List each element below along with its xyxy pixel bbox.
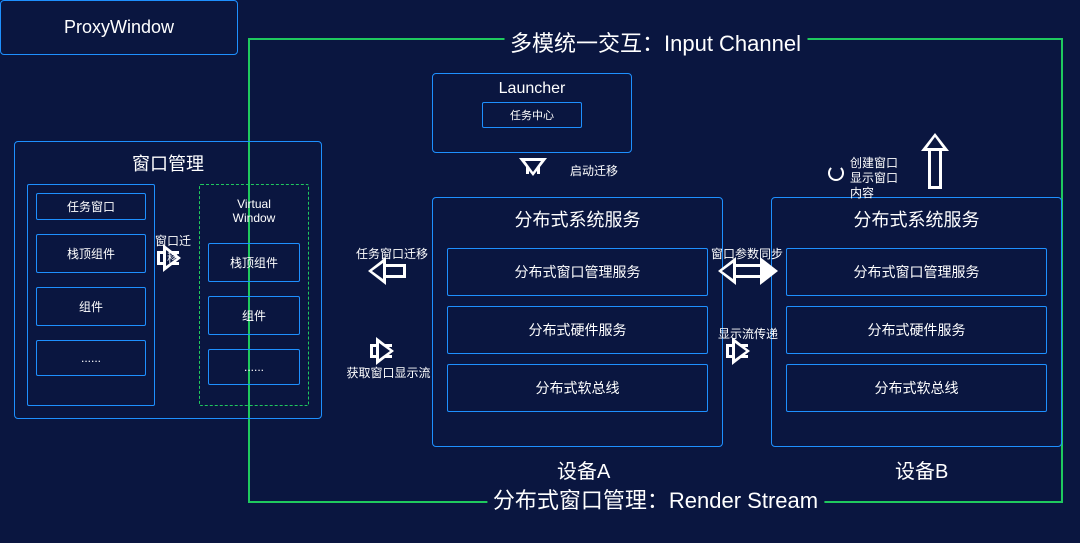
proxy-window-box: ProxyWindow xyxy=(0,0,238,55)
virtual-window-column: Virtual Window 栈顶组件 组件 ...... xyxy=(199,184,309,406)
get-render-stream-label: 获取窗口显示流 xyxy=(346,364,431,381)
frame-bottom-title: 分布式窗口管理：Render Stream xyxy=(487,483,824,515)
task-window-header: 任务窗口 xyxy=(36,193,146,220)
window-management-panel: 窗口管理 任务窗口 栈顶组件 组件 ...... Virtual Window … xyxy=(14,141,322,419)
virtual-window-header: Virtual Window xyxy=(208,193,300,229)
vw-top-component: 栈顶组件 xyxy=(208,243,300,282)
dss-a-title: 分布式系统服务 xyxy=(433,198,722,238)
proxy-note: 创建窗口 显示窗口 内容 xyxy=(850,156,898,201)
dots: ...... xyxy=(36,340,146,376)
wm-title: 窗口管理 xyxy=(15,142,321,182)
window-param-sync-arrow xyxy=(720,264,776,278)
device-b-label: 设备B xyxy=(895,455,948,484)
render-stream-pass-label: 显示流传递 xyxy=(718,325,778,342)
dss-b-row2: 分布式硬件服务 xyxy=(786,306,1047,354)
component: 组件 xyxy=(36,287,146,326)
task-center-box: 任务中心 xyxy=(482,102,582,128)
dss-a-row1: 分布式窗口管理服务 xyxy=(447,248,708,296)
launcher-panel: Launcher 任务中心 xyxy=(432,73,632,153)
frame-top-title: 多模统一交互：Input Channel xyxy=(504,26,807,58)
dss-b-title: 分布式系统服务 xyxy=(772,198,1061,238)
render-stream-pass-arrow xyxy=(726,344,748,358)
dss-b-row3: 分布式软总线 xyxy=(786,364,1047,412)
dss-a-row3: 分布式软总线 xyxy=(447,364,708,412)
task-window-migrate-label: 任务窗口迁移 xyxy=(356,245,428,262)
window-migrate-label: 窗口迁移 xyxy=(153,232,193,266)
dss-a-panel: 分布式系统服务 分布式窗口管理服务 分布式硬件服务 分布式软总线 xyxy=(432,197,723,447)
dss-b-panel: 分布式系统服务 分布式窗口管理服务 分布式硬件服务 分布式软总线 xyxy=(771,197,1062,447)
dss-b-row1: 分布式窗口管理服务 xyxy=(786,248,1047,296)
proxy-up-arrow xyxy=(928,135,942,189)
window-param-sync-label: 窗口参数同步 xyxy=(711,245,783,262)
vw-component: 组件 xyxy=(208,296,300,335)
dss-a-row2: 分布式硬件服务 xyxy=(447,306,708,354)
spiral-icon xyxy=(828,165,844,181)
launch-migrate-arrow xyxy=(526,158,540,174)
top-component: 栈顶组件 xyxy=(36,234,146,273)
vw-dots: ...... xyxy=(208,349,300,385)
render-stream-arrow-1 xyxy=(370,344,392,358)
launch-migrate-label: 启动迁移 xyxy=(570,162,618,179)
device-a-label: 设备A xyxy=(557,455,610,484)
launcher-title: Launcher xyxy=(433,74,631,100)
task-window-migrate-arrow xyxy=(370,264,406,278)
task-window-column: 任务窗口 栈顶组件 组件 ...... xyxy=(27,184,155,406)
